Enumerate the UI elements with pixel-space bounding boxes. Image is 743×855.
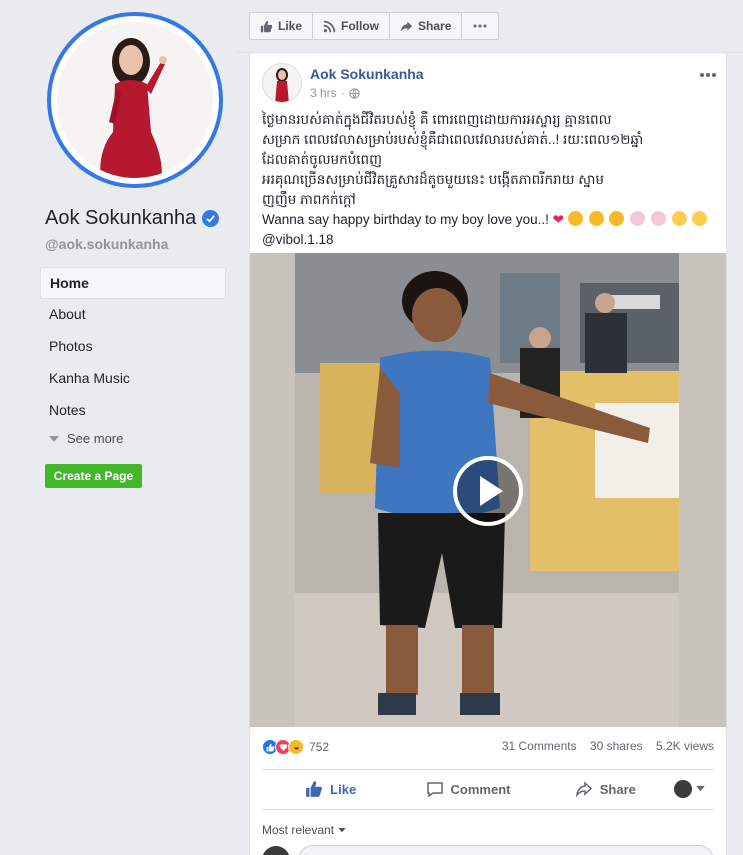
page-share-label: Share bbox=[418, 19, 452, 33]
meta-separator: · bbox=[340, 86, 345, 100]
share-arrow-icon bbox=[400, 21, 413, 31]
shares-count[interactable]: 30 shares bbox=[590, 739, 643, 753]
post-text-line: សម្រាក ពេលវេលាសម្រាប់របស់ខ្ញុំគឺជាពេលវេល… bbox=[262, 132, 644, 147]
page-name[interactable]: Aok Sokunkanha bbox=[45, 207, 220, 230]
cake-icon bbox=[630, 211, 646, 226]
kiss-face-icon bbox=[671, 211, 687, 226]
comments-count[interactable]: 31 Comments bbox=[502, 739, 577, 753]
kiss-face-icon bbox=[692, 211, 708, 226]
nav-item-home[interactable]: Home bbox=[40, 267, 226, 299]
page-like-label: Like bbox=[278, 19, 303, 33]
page-handle[interactable]: @aok.sokunkanha bbox=[45, 236, 168, 252]
post-text-line-birthday: Wanna say happy birthday to my boy love … bbox=[262, 210, 720, 230]
comment-bubble-icon bbox=[426, 781, 443, 797]
actions-divider bbox=[262, 809, 714, 810]
viewer-avatar bbox=[673, 780, 692, 798]
post-video[interactable] bbox=[250, 253, 726, 727]
post-header: Aok Sokunkanha 3 hrs · bbox=[262, 63, 424, 103]
reactions-summary[interactable]: 752 bbox=[262, 739, 329, 755]
chevron-down-icon bbox=[338, 827, 346, 832]
post-card: Aok Sokunkanha 3 hrs · ថ្ងៃមានរបស់គាត់ក្… bbox=[249, 52, 727, 855]
post-text-line: ថ្ងៃមានរបស់គាត់ក្នុងជីវិតរបស់ខ្ញុំ គឺ ពោ… bbox=[262, 112, 612, 127]
post-text: ថ្ងៃមានរបស់គាត់ក្នុងជីវិតរបស់ខ្ញុំ គឺ ពោ… bbox=[262, 110, 720, 250]
chevron-down-icon bbox=[49, 435, 59, 442]
party-popper-icon bbox=[588, 211, 604, 226]
post-text-line: Wanna say happy birthday to my boy love … bbox=[262, 212, 549, 227]
chevron-down-icon bbox=[696, 786, 705, 792]
party-popper-icon bbox=[567, 211, 583, 226]
play-icon bbox=[480, 476, 503, 506]
comment-composer[interactable] bbox=[262, 845, 714, 855]
page-follow-button[interactable]: Follow bbox=[313, 13, 391, 39]
composer-avatar bbox=[262, 846, 290, 855]
reaction-audience-selector[interactable] bbox=[673, 780, 714, 798]
cake-icon bbox=[650, 211, 666, 226]
reaction-count: 752 bbox=[309, 740, 330, 754]
page-name-text: Aok Sokunkanha bbox=[45, 207, 197, 229]
comment-input[interactable] bbox=[298, 845, 714, 855]
post-comment-label: Comment bbox=[450, 781, 511, 797]
post-text-line: ដែលគាត់ចូលមកបំពេញ bbox=[262, 152, 382, 167]
post-options-button[interactable] bbox=[700, 61, 716, 82]
comment-sort-dropdown[interactable]: Most relevant bbox=[262, 823, 346, 837]
post-like-button[interactable]: Like bbox=[262, 780, 399, 798]
page-action-bar: Like Follow Share bbox=[249, 12, 500, 40]
post-author-name[interactable]: Aok Sokunkanha bbox=[310, 66, 424, 82]
post-text-line: ញញឹម ភាពកក់ក្តៅ bbox=[262, 192, 356, 207]
post-comment-button[interactable]: Comment bbox=[399, 781, 536, 798]
page-nav: Home About Photos Kanha Music Notes See … bbox=[40, 267, 226, 451]
see-more-link[interactable]: See more bbox=[40, 427, 226, 451]
more-dots-icon bbox=[473, 24, 487, 28]
post-text-line: អរគុណច្រើនសម្រាប់ជីវិតគ្រួសារដ៏តូចមួយនេះ… bbox=[262, 172, 604, 187]
rss-icon bbox=[323, 20, 336, 32]
post-share-button[interactable]: Share bbox=[537, 781, 674, 797]
page-follow-label: Follow bbox=[341, 19, 380, 33]
post-author-avatar[interactable] bbox=[262, 63, 302, 103]
share-arrow-icon bbox=[575, 781, 592, 797]
views-count[interactable]: 5.2K views bbox=[656, 739, 714, 753]
post-stats: 752 31 Comments 30 shares 5.2K views bbox=[262, 739, 714, 755]
thumbs-up-icon bbox=[306, 781, 323, 797]
post-like-label: Like bbox=[330, 781, 357, 797]
stats-divider bbox=[262, 769, 714, 770]
profile-picture[interactable] bbox=[47, 12, 223, 188]
left-column: Aok Sokunkanha @aok.sokunkanha Home Abou… bbox=[0, 0, 237, 855]
post-meta: 3 hrs · bbox=[310, 86, 424, 100]
profile-photo bbox=[57, 22, 213, 178]
nav-item-kanha-music[interactable]: Kanha Music bbox=[40, 363, 226, 395]
more-dots-icon bbox=[700, 73, 716, 77]
create-page-button[interactable]: Create a Page bbox=[45, 464, 142, 488]
party-popper-icon bbox=[609, 211, 625, 226]
comment-sort-label: Most relevant bbox=[262, 823, 335, 837]
page-share-button[interactable]: Share bbox=[390, 13, 463, 39]
engagement-counts: 31 Comments 30 shares 5.2K views bbox=[492, 739, 714, 755]
post-share-label: Share bbox=[599, 781, 636, 797]
verified-badge-icon bbox=[202, 210, 220, 227]
post-timestamp[interactable]: 3 hrs bbox=[310, 86, 337, 100]
nav-item-about[interactable]: About bbox=[40, 299, 226, 331]
page-more-button[interactable] bbox=[462, 13, 498, 39]
mention-link[interactable]: @vibol.1.18 bbox=[262, 230, 720, 250]
page-like-button[interactable]: Like bbox=[250, 13, 314, 39]
play-button[interactable] bbox=[453, 456, 523, 526]
haha-reaction-icon bbox=[288, 739, 304, 755]
thumbs-up-icon bbox=[260, 20, 273, 32]
see-more-label: See more bbox=[67, 431, 124, 446]
globe-icon[interactable] bbox=[349, 87, 360, 99]
nav-item-notes[interactable]: Notes bbox=[40, 395, 226, 427]
nav-item-photos[interactable]: Photos bbox=[40, 331, 226, 363]
heart-emoji-icon: ❤ bbox=[552, 212, 564, 227]
post-actions: Like Comment Share bbox=[262, 771, 714, 807]
